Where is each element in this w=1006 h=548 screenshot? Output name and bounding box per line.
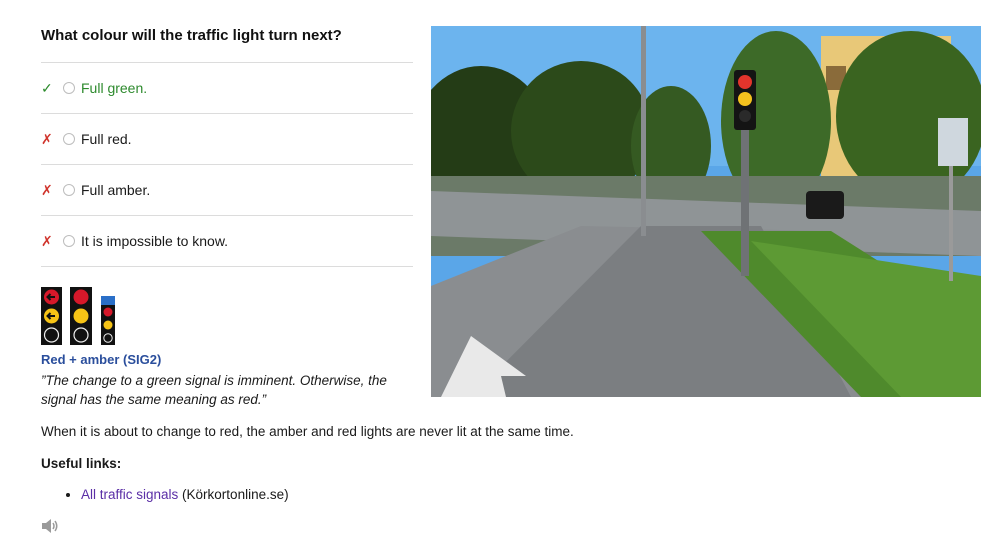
link-source: (Körkortonline.se) <box>178 487 289 502</box>
answer-option-3[interactable]: ✗ Full amber. <box>41 165 413 216</box>
traffic-signals-link[interactable]: All traffic signals <box>81 487 178 502</box>
answer-label: Full green. <box>81 80 148 96</box>
answer-option-4[interactable]: ✗ It is impossible to know. <box>41 216 413 267</box>
cross-icon: ✗ <box>41 181 53 198</box>
info-note: When it is about to change to red, the a… <box>41 424 574 439</box>
question-title: What colour will the traffic light turn … <box>41 27 342 44</box>
list-item: All traffic signals (Körkortonline.se) <box>81 487 289 502</box>
signal-label: Red + amber (SIG2) <box>41 352 162 367</box>
check-icon: ✓ <box>41 79 53 96</box>
radio-button[interactable] <box>63 133 75 145</box>
traffic-signal-icon <box>41 287 115 345</box>
useful-links-list: All traffic signals (Körkortonline.se) <box>66 487 289 502</box>
radio-button[interactable] <box>63 235 75 247</box>
answer-label: Full amber. <box>81 182 151 198</box>
radio-button[interactable] <box>63 184 75 196</box>
useful-links-title: Useful links: <box>41 456 122 471</box>
answer-list: ✓ Full green. ✗ Full red. ✗ Full amber. … <box>41 62 413 267</box>
signal-icons <box>41 287 117 352</box>
answer-option-1[interactable]: ✓ Full green. <box>41 63 413 114</box>
speaker-icon[interactable] <box>41 518 59 539</box>
answer-label: Full red. <box>81 131 132 147</box>
answer-label: It is impossible to know. <box>81 233 229 249</box>
road-traffic-light-photo <box>431 26 981 397</box>
cross-icon: ✗ <box>41 232 53 249</box>
answer-option-2[interactable]: ✗ Full red. <box>41 114 413 165</box>
cross-icon: ✗ <box>41 130 53 147</box>
radio-button[interactable] <box>63 82 75 94</box>
signal-quote: ”The change to a green signal is imminen… <box>41 373 387 407</box>
